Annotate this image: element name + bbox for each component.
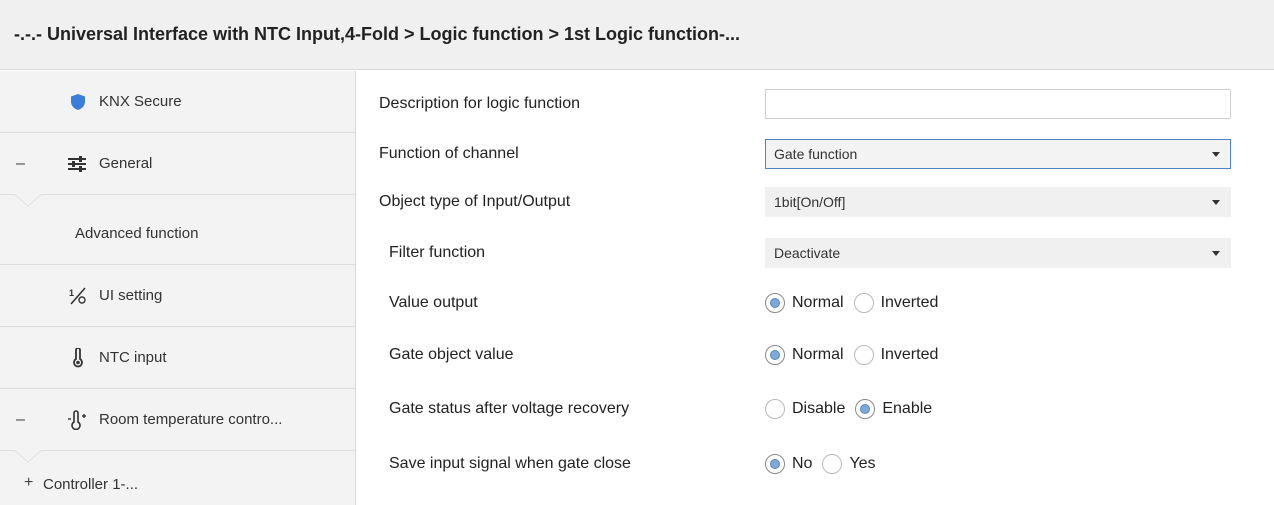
- radio-unchecked-icon: [765, 399, 785, 419]
- gate-object-normal-radio[interactable]: Normal: [765, 345, 844, 365]
- param-row-value-output: Value output Normal Inverted: [357, 283, 1274, 323]
- sidebar-item-knx-secure[interactable]: KNX Secure: [0, 71, 355, 133]
- sidebar-item-label: UI setting: [99, 287, 163, 304]
- gate-status-enable-radio[interactable]: Enable: [855, 399, 932, 419]
- gate-status-radio-group: Disable Enable: [765, 399, 942, 419]
- radio-checked-icon: [855, 399, 876, 419]
- value-output-normal-radio[interactable]: Normal: [765, 293, 844, 313]
- param-label: Description for logic function: [379, 95, 580, 112]
- sidebar-item-label: Room temperature contro...: [99, 411, 283, 428]
- param-label: Function of channel: [379, 145, 519, 162]
- description-input[interactable]: [765, 89, 1231, 119]
- chevron-down-icon: [1212, 152, 1220, 157]
- radio-checked-icon: [765, 293, 785, 313]
- sidebar-item-room-temperature-control[interactable]: – Room temperature contro...: [0, 389, 355, 451]
- param-row-filter-function: Filter function Deactivate: [357, 233, 1274, 273]
- radio-unchecked-icon: [853, 345, 874, 365]
- sidebar-item-ui-setting[interactable]: 1 UI setting: [0, 265, 355, 327]
- gate-status-disable-radio[interactable]: Disable: [765, 399, 845, 419]
- window-title-breadcrumb: -.-.- Universal Interface with NTC Input…: [0, 0, 1274, 70]
- save-input-yes-radio[interactable]: Yes: [822, 454, 876, 474]
- param-label: Gate status after voltage recovery: [389, 400, 630, 417]
- select-value: 1bit[On/Off]: [774, 194, 846, 210]
- param-row-gate-object-value: Gate object value Normal Inverted: [357, 335, 1274, 375]
- radio-unchecked-icon: [822, 454, 843, 474]
- radio-checked-icon: [765, 345, 785, 365]
- radio-checked-icon: [765, 454, 785, 474]
- select-value: Deactivate: [774, 245, 841, 261]
- expand-toggle[interactable]: +: [24, 474, 33, 492]
- chevron-down-icon: [1212, 200, 1220, 205]
- sidebar-item-general[interactable]: – General: [0, 133, 355, 195]
- collapse-toggle[interactable]: –: [16, 411, 25, 429]
- sidebar: KNX Secure – General Advanced function 1: [0, 71, 356, 505]
- save-input-signal-radio-group: No Yes: [765, 454, 886, 474]
- sliders-icon: [66, 153, 88, 175]
- gate-object-inverted-radio[interactable]: Inverted: [853, 345, 938, 365]
- value-output-inverted-radio[interactable]: Inverted: [853, 293, 938, 313]
- sidebar-item-label: Advanced function: [75, 224, 199, 242]
- sidebar-item-label: Controller 1-...: [43, 476, 139, 493]
- sidebar-item-ntc-input[interactable]: NTC input: [0, 327, 355, 389]
- param-row-save-input-signal: Save input signal when gate close No Yes: [357, 444, 1274, 484]
- param-label: Value output: [389, 294, 478, 311]
- thermometer-icon: [67, 347, 89, 369]
- filter-function-select[interactable]: Deactivate: [765, 238, 1231, 268]
- sidebar-item-advanced-function[interactable]: Advanced function: [0, 202, 355, 265]
- svg-text:1: 1: [69, 288, 74, 298]
- sidebar-item-controller-1[interactable]: + Controller 1-...: [0, 456, 355, 505]
- value-output-radio-group: Normal Inverted: [765, 293, 948, 313]
- shield-icon: [67, 91, 89, 113]
- param-row-function-of-channel: Function of channel Gate function: [357, 134, 1274, 174]
- object-type-select[interactable]: 1bit[On/Off]: [765, 187, 1231, 217]
- chevron-down-icon: [1212, 251, 1220, 256]
- radio-unchecked-icon: [853, 293, 874, 313]
- sidebar-item-label: NTC input: [99, 349, 167, 366]
- param-label: Filter function: [389, 244, 486, 261]
- param-row-gate-status-recovery: Gate status after voltage recovery Disab…: [357, 389, 1274, 429]
- param-row-object-type: Object type of Input/Output 1bit[On/Off]: [357, 182, 1274, 222]
- function-of-channel-select[interactable]: Gate function: [765, 139, 1231, 169]
- save-input-no-radio[interactable]: No: [765, 454, 812, 474]
- thermometer-plus-icon: [66, 409, 88, 431]
- gate-object-value-radio-group: Normal Inverted: [765, 345, 948, 365]
- collapse-toggle[interactable]: –: [16, 155, 25, 173]
- ui-setting-icon: 1: [67, 285, 89, 307]
- sidebar-item-label: KNX Secure: [99, 93, 182, 110]
- parameter-panel: Description for logic function Function …: [357, 71, 1274, 505]
- param-label: Save input signal when gate close: [389, 455, 631, 472]
- select-value: Gate function: [774, 146, 858, 162]
- param-row-description: Description for logic function: [357, 84, 1274, 124]
- param-label: Gate object value: [389, 346, 514, 363]
- param-label: Object type of Input/Output: [379, 193, 571, 210]
- sidebar-item-label: General: [99, 155, 153, 172]
